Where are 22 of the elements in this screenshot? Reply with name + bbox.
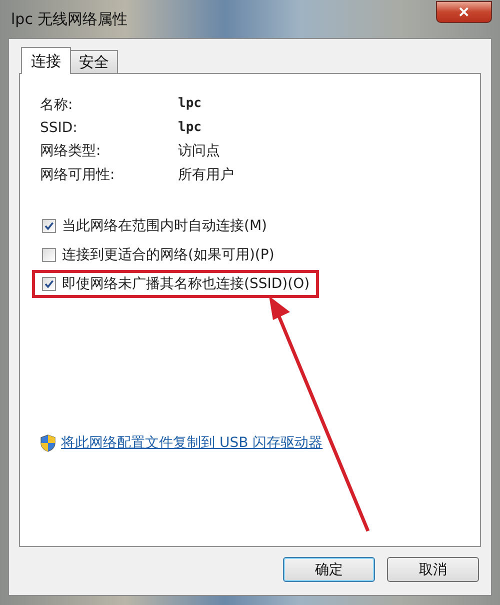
checkbox-label: 即使网络未广播其名称也连接(SSID)(O) [62,275,310,293]
copy-profile-link[interactable]: 将此网络配置文件复制到 USB 闪存驱动器 [61,434,323,452]
property-value: lpc [178,120,202,136]
checkbox-label: 连接到更适合的网络(如果可用)(P) [62,246,274,264]
property-label: SSID: [40,120,78,136]
property-label: 网络可用性: [40,166,116,184]
property-value: 所有用户 [178,166,235,184]
close-button[interactable]: ✕ [436,1,492,23]
window-title: lpc 无线网络属性 [10,10,128,28]
checkbox-label: 当此网络在范围内时自动连接(M) [62,217,268,235]
property-value: lpc [178,96,202,113]
property-label: 网络类型: [40,142,102,160]
property-label: 名称: [40,96,74,114]
tab[interactable]: 安全 [70,50,118,73]
checkbox[interactable] [42,219,56,233]
checkbox[interactable] [42,248,56,262]
tab[interactable]: 连接 [21,47,71,74]
dialog-button[interactable]: 确定 [283,557,375,582]
property-value: 访问点 [178,142,221,160]
checkbox[interactable] [42,277,56,291]
shield-icon [40,434,56,452]
dialog-button[interactable]: 取消 [387,557,479,582]
